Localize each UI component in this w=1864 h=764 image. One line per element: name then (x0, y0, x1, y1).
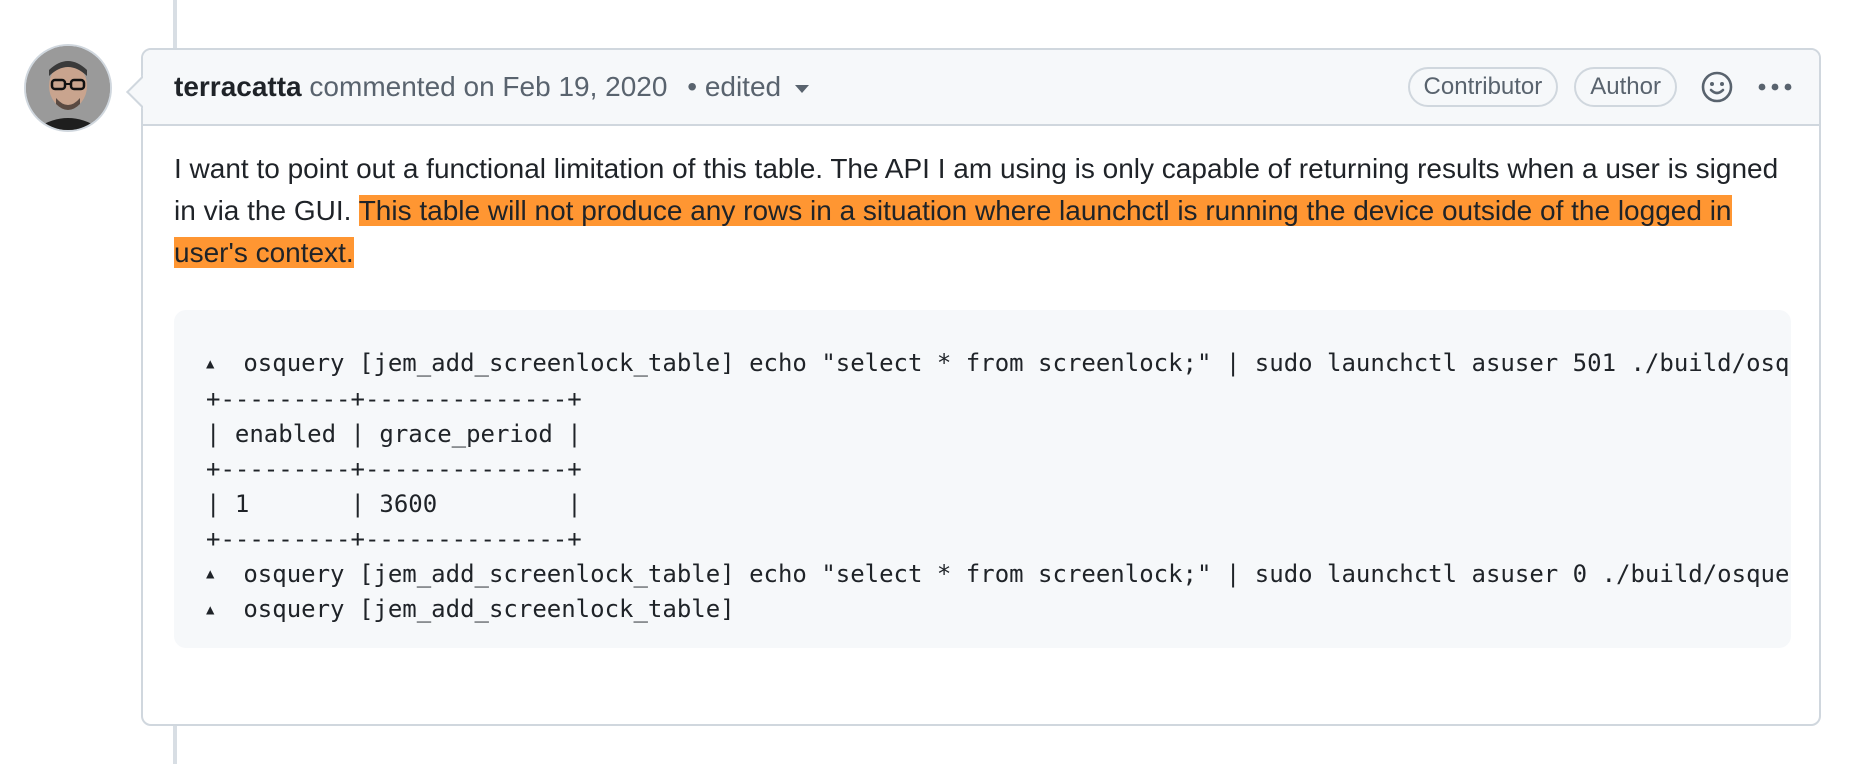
comment-timestamp[interactable]: commented on Feb 19, 2020 (309, 71, 667, 103)
edited-dropdown[interactable]: edited (704, 71, 810, 103)
bullet-separator: • (687, 71, 698, 102)
kebab-horizontal-icon (1758, 83, 1792, 91)
code-block[interactable]: ▲ osquery [jem_add_screenlock_table] ech… (174, 310, 1791, 648)
more-options-button[interactable] (1757, 69, 1793, 105)
comment-meta: terracatta commented on Feb 19, 2020 • e… (174, 71, 810, 103)
prompt-icon: ▲ (206, 601, 215, 618)
comment-text: I want to point out a functional limitat… (174, 148, 1791, 274)
author-badge: Author (1574, 67, 1677, 107)
chevron-down-icon (795, 85, 810, 93)
smiley-icon (1701, 71, 1733, 103)
code-line: +---------+--------------+ (206, 384, 582, 413)
comment-body: I want to point out a functional limitat… (143, 126, 1819, 648)
code-line: | enabled | grace_period | (206, 419, 582, 448)
contributor-badge: Contributor (1407, 67, 1559, 107)
prompt-icon: ▲ (206, 355, 215, 372)
code-line: +---------+--------------+ (206, 454, 582, 483)
code-line: ▲ osquery [jem_add_screenlock_table] (206, 592, 1791, 628)
add-reaction-button[interactable] (1699, 69, 1735, 105)
edited-label: edited (704, 71, 782, 102)
code-line: +---------+--------------+ (206, 524, 582, 553)
avatar[interactable] (26, 46, 110, 130)
comment-box: terracatta commented on Feb 19, 2020 • e… (126, 48, 1821, 726)
comment-header: terracatta commented on Feb 19, 2020 • e… (143, 50, 1819, 126)
code-line: | 1 | 3600 | (206, 489, 582, 518)
comment-text-highlighted: This table will not produce any rows in … (174, 195, 1732, 268)
code-line: ▲ osquery [jem_add_screenlock_table] ech… (206, 346, 1791, 382)
code-line: ▲ osquery [jem_add_screenlock_table] ech… (206, 557, 1791, 593)
prompt-icon: ▲ (206, 566, 215, 582)
author-link[interactable]: terracatta (174, 71, 302, 103)
